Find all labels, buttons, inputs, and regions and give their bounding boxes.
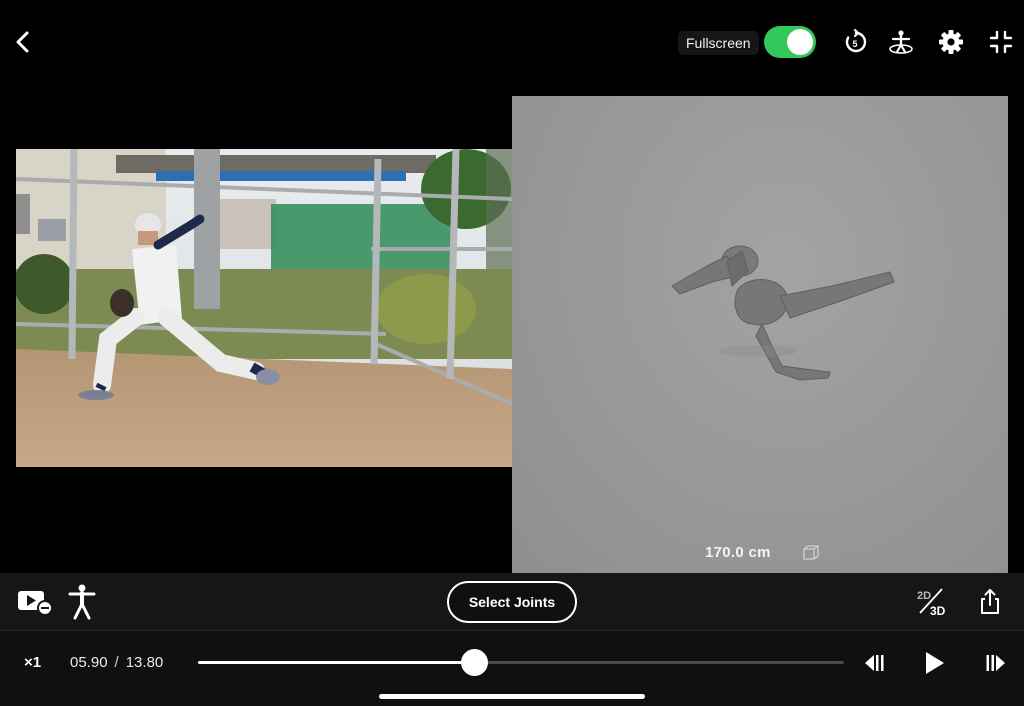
mode-3d-label: 3D (930, 604, 946, 618)
share-button[interactable] (976, 587, 1004, 617)
share-icon (981, 589, 999, 614)
step-forward-icon (986, 655, 1005, 671)
video-minus-icon (18, 591, 53, 616)
timeline-thumb[interactable] (461, 649, 489, 676)
total-time: 13.80 (125, 654, 164, 671)
time-separator: / (114, 654, 119, 671)
exit-fullscreen-icon (989, 30, 1013, 54)
video-frame[interactable] (16, 149, 512, 467)
replay-button[interactable]: 5 (841, 27, 871, 57)
mode-2d3d-icon: 2D 3D (917, 588, 946, 618)
step-forward-button[interactable] (982, 649, 1010, 677)
fullscreen-label: Fullscreen (678, 31, 759, 55)
body-figure-icon (68, 584, 96, 620)
model-viewport[interactable]: 170.0 cm (512, 96, 1008, 573)
settings-button[interactable] (936, 27, 966, 57)
playback-speed[interactable]: ×1 (24, 654, 41, 671)
step-back-button[interactable] (860, 649, 888, 677)
timeline-progress (198, 661, 475, 664)
play-icon (926, 652, 944, 674)
remove-video-button[interactable] (16, 587, 54, 617)
mode-2d3d-button[interactable]: 2D 3D (914, 585, 950, 619)
replay-icon: 5 (845, 29, 867, 53)
gear-icon (939, 30, 963, 54)
mode-2d-label: 2D (917, 590, 931, 602)
pose-rotate-button[interactable] (886, 27, 916, 57)
pose-rotate-icon (889, 30, 913, 54)
playback-bar: ×1 05.90 / 13.80 (0, 630, 1024, 706)
time-display: 05.90 / 13.80 (70, 654, 163, 671)
current-time: 05.90 (70, 654, 108, 671)
toggle-knob (787, 29, 813, 55)
video-scene (16, 149, 512, 467)
fullscreen-toggle[interactable] (764, 26, 816, 58)
back-button[interactable] (10, 28, 36, 56)
3d-body-model (671, 245, 895, 381)
bottom-toolbar: Select Joints 2D 3D (0, 573, 1024, 630)
cube-icon[interactable] (802, 544, 820, 562)
top-bar: Fullscreen 5 (0, 0, 1024, 80)
body-height-value: 170.0 cm (705, 544, 771, 561)
timeline-scrubber[interactable] (198, 649, 844, 676)
play-button[interactable] (920, 649, 948, 677)
step-back-icon (865, 655, 884, 671)
home-indicator (379, 694, 645, 699)
select-joints-button[interactable]: Select Joints (447, 581, 577, 623)
body-view-button[interactable] (66, 583, 98, 621)
svg-text:5: 5 (853, 39, 858, 49)
exit-fullscreen-button[interactable] (986, 27, 1016, 57)
back-chevron-icon (16, 31, 29, 53)
